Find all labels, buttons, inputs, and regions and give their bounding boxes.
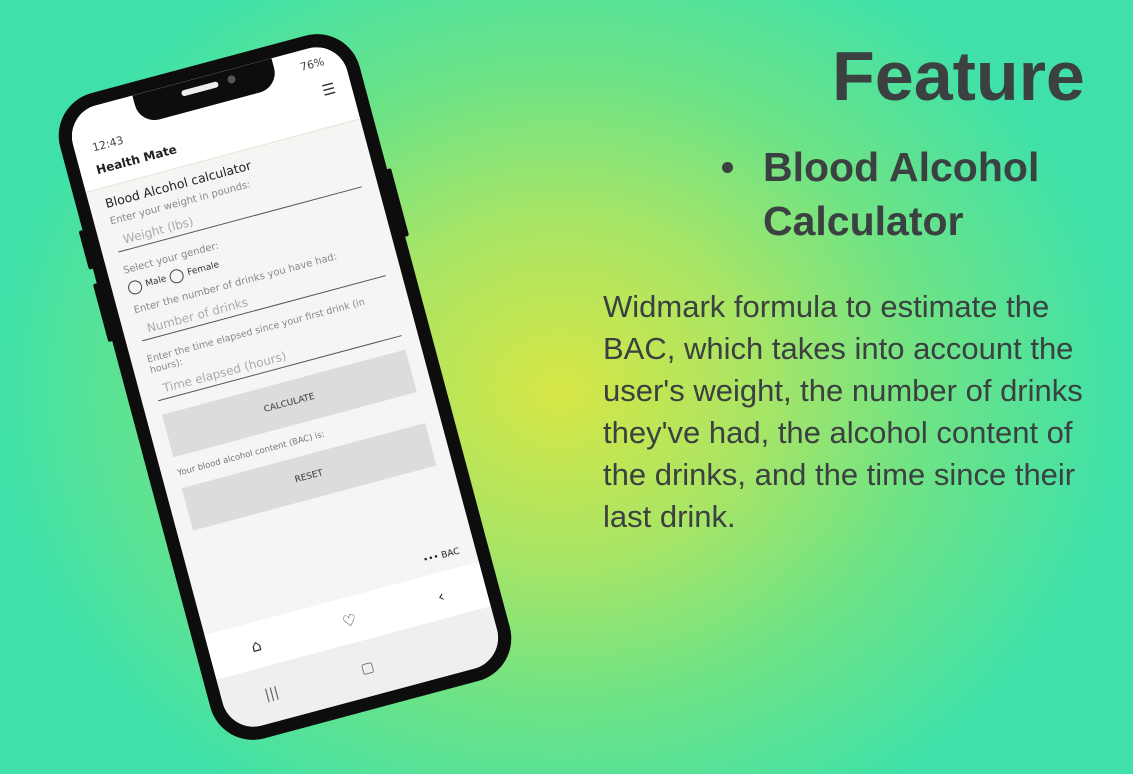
speaker: [180, 81, 220, 97]
female-label: Female: [186, 260, 221, 279]
volume-button: [92, 282, 114, 343]
more-icon: •••: [422, 552, 441, 566]
home-icon[interactable]: ⌂: [249, 635, 264, 656]
male-label: Male: [144, 274, 168, 290]
sliders-icon[interactable]: ☰: [320, 79, 338, 100]
phone-mockup: Health Mate ☰ 12:43 76% Blood Alcohol ca…: [48, 24, 522, 750]
camera: [226, 74, 237, 85]
feature-description: Widmark formula to estimate the BAC, whi…: [603, 289, 1083, 534]
bac-form: Blood Alcohol calculator Enter your weig…: [104, 131, 440, 542]
female-radio[interactable]: [168, 267, 186, 285]
feature-title: Feature: [832, 37, 1085, 115]
recents-icon[interactable]: |||: [263, 684, 281, 703]
male-radio[interactable]: [126, 278, 144, 296]
heart-icon[interactable]: ♡: [340, 609, 359, 631]
bullet-dot: [722, 162, 733, 173]
home-button-icon[interactable]: ▢: [359, 659, 376, 678]
feature-name: Blood Alcohol Calculator: [763, 144, 1040, 244]
feature-bullet: Blood Alcohol Calculator: [722, 140, 1083, 248]
bac-tab-label: BAC: [440, 546, 461, 562]
phone-screen: Health Mate ☰ 12:43 76% Blood Alcohol ca…: [64, 40, 506, 734]
back-icon[interactable]: ‹: [435, 586, 446, 606]
power-button: [386, 168, 410, 238]
volume-button: [78, 229, 94, 270]
bac-tab[interactable]: ••• BAC: [422, 547, 461, 566]
